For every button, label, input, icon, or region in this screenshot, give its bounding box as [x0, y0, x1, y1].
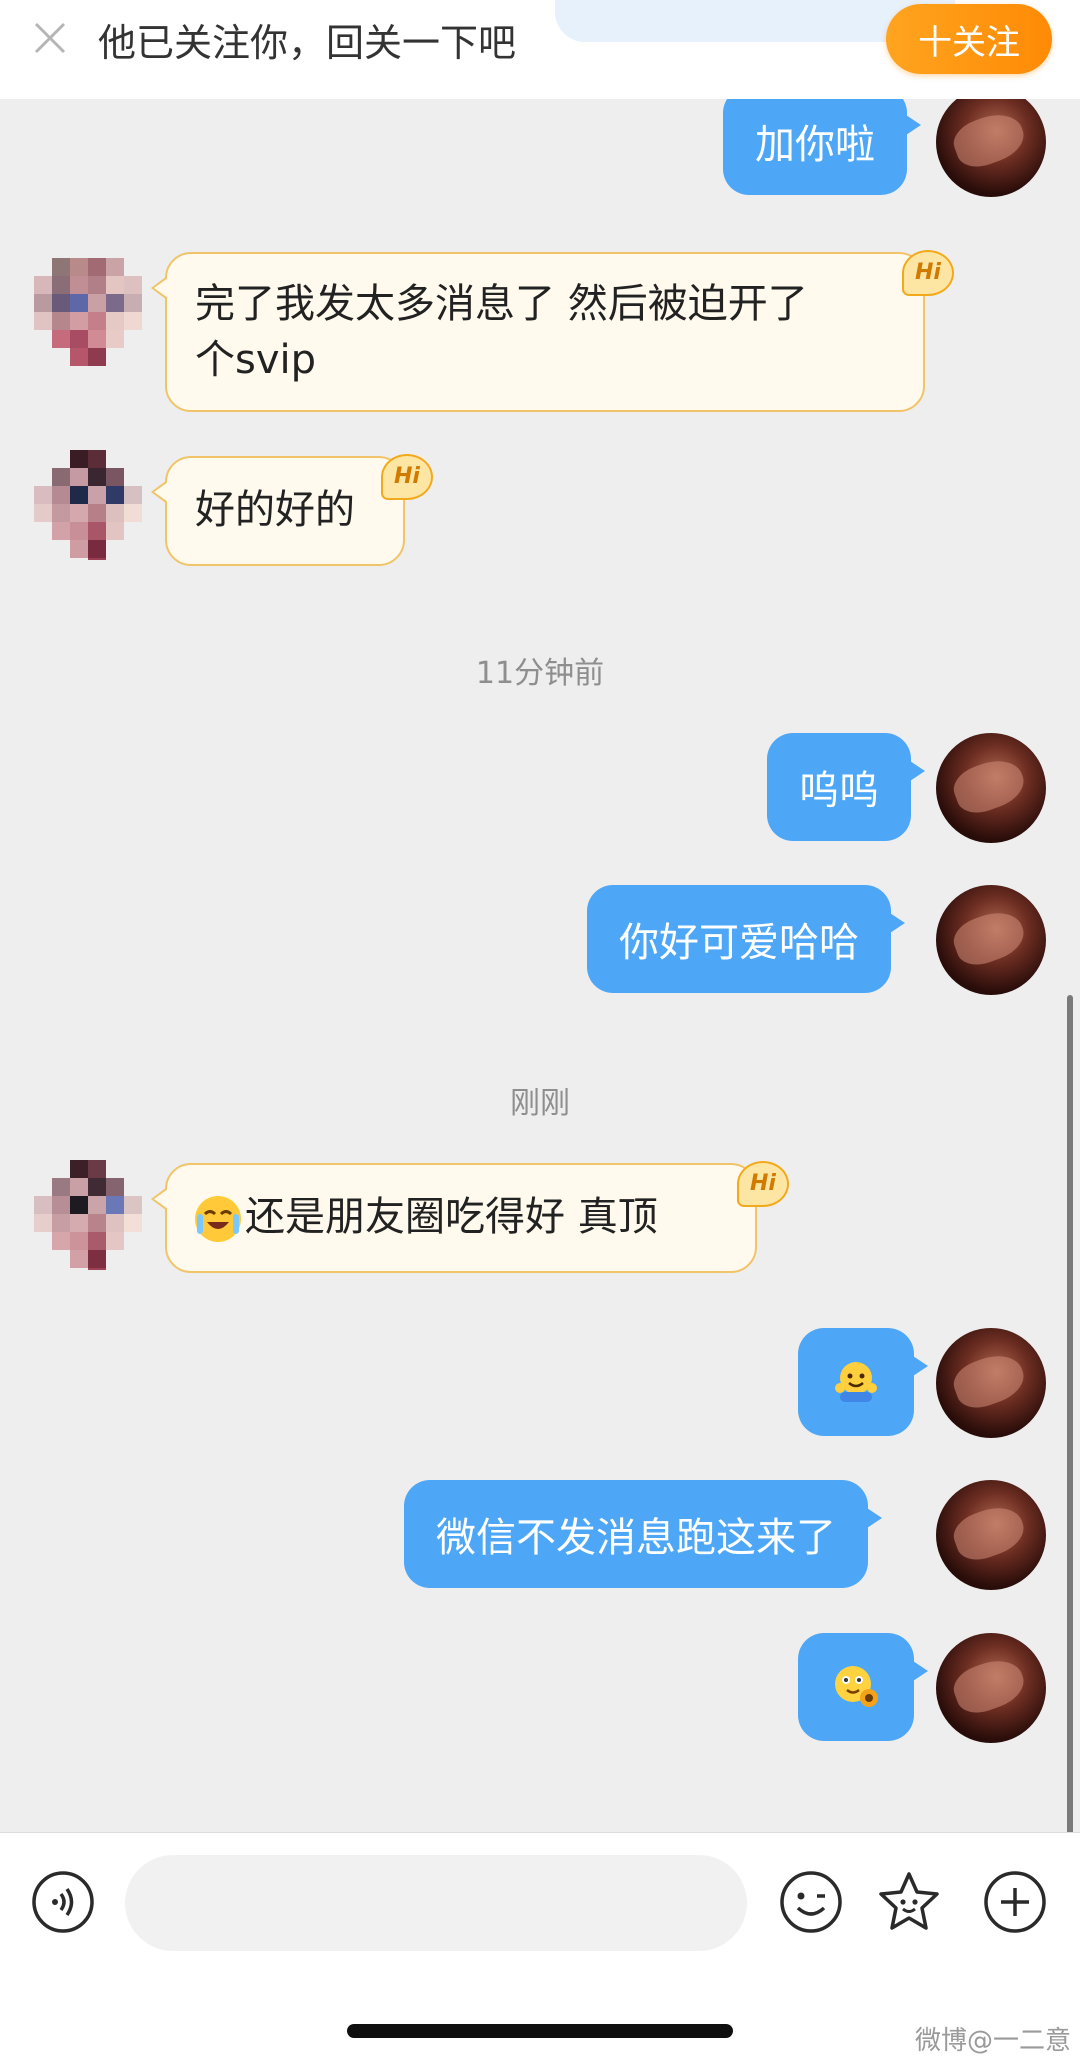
pixelated-avatar-image: [34, 258, 144, 368]
plus-icon: [984, 1871, 1046, 1933]
message-text: 好的好的: [195, 487, 355, 533]
watermark: 微博@一二意: [915, 2026, 1072, 2056]
other-message-bubble[interactable]: 还是朋友圈吃得好 真顶 Hi: [151, 1161, 789, 1273]
my-avatar[interactable]: [936, 1480, 1046, 1590]
message-text: 微信不发消息跑这来了: [436, 1515, 836, 1561]
close-banner-button[interactable]: [30, 18, 70, 58]
message-text-line: 个svip: [195, 337, 317, 383]
message-text-line: 完了我发太多消息了 然后被迫开了: [195, 281, 808, 327]
emoji-button[interactable]: [778, 1869, 844, 1935]
close-icon: [34, 22, 66, 54]
home-indicator[interactable]: [347, 2024, 733, 2038]
more-button[interactable]: [982, 1869, 1048, 1935]
other-avatar[interactable]: [34, 258, 144, 368]
timestamp: 11分钟前: [475, 656, 605, 691]
my-message-bubble[interactable]: 呜呜: [767, 733, 925, 841]
my-message-bubble[interactable]: [798, 1328, 928, 1436]
timestamp: 刚刚: [510, 1086, 570, 1121]
hi-badge: Hi: [902, 250, 954, 296]
my-message-bubble[interactable]: 加你啦: [723, 87, 921, 195]
sticker-icon: [879, 1872, 939, 1930]
message-text: 呜呜: [799, 768, 879, 814]
my-avatar[interactable]: [936, 885, 1046, 995]
voice-icon: [32, 1871, 94, 1933]
pixelated-avatar-image: [34, 1160, 144, 1270]
other-avatar[interactable]: [34, 450, 144, 560]
follow-button[interactable]: 十关注: [886, 4, 1052, 74]
my-avatar[interactable]: [936, 1633, 1046, 1743]
scrollbar[interactable]: [1067, 995, 1073, 1835]
my-avatar[interactable]: [936, 1328, 1046, 1438]
message-text: 还是朋友圈吃得好 真顶: [245, 1194, 658, 1240]
hi-badge: Hi: [381, 454, 433, 500]
laugh-cry-emoji: [195, 1196, 241, 1242]
follow-back-prompt: 他已关注你，回关一下吧: [98, 21, 517, 65]
message-text: 加你啦: [755, 122, 875, 168]
emoji-icon: [780, 1871, 842, 1933]
my-message-bubble[interactable]: [798, 1633, 928, 1741]
message-text: 你好可爱哈哈: [619, 920, 859, 966]
hi-badge: Hi: [737, 1161, 789, 1207]
chat-screen: 他已关注你，回关一下吧 十关注 加你啦 完了我发太多消息了 然后被迫开了 个sv…: [0, 0, 1080, 2064]
my-message-bubble[interactable]: 微信不发消息跑这来了: [404, 1480, 882, 1588]
other-message-bubble[interactable]: 好的好的 Hi: [151, 454, 433, 566]
my-message-bubble[interactable]: 你好可爱哈哈: [587, 885, 905, 993]
follow-back-banner: 他已关注你，回关一下吧 十关注: [0, 0, 1080, 99]
my-avatar[interactable]: [936, 87, 1046, 197]
sticker-button[interactable]: [876, 1869, 942, 1935]
other-message-bubble[interactable]: 完了我发太多消息了 然后被迫开了 个svip Hi: [151, 250, 954, 412]
pixelated-avatar-image: [34, 450, 144, 560]
hug-emoji: [835, 1362, 877, 1402]
sunflower-emoji: [835, 1666, 878, 1707]
other-avatar[interactable]: [34, 1160, 144, 1270]
message-input[interactable]: [125, 1855, 747, 1951]
voice-button[interactable]: [30, 1869, 96, 1935]
my-avatar[interactable]: [936, 733, 1046, 843]
